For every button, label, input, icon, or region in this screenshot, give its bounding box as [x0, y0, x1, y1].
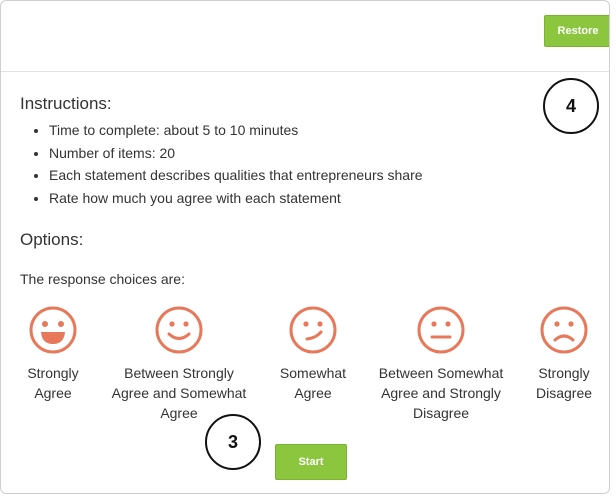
callout-badge: 4: [543, 78, 599, 134]
survey-panel: Restore Instructions: Time to complete: …: [0, 0, 610, 494]
choice-label: Between Strongly: [124, 365, 234, 381]
choice-label: Agree and Somewhat: [111, 385, 247, 401]
choice-strongly-disagree: Strongly Disagree: [523, 305, 605, 403]
choice-between-somewhat-agree-strongly-disagree: Between Somewhat Agree and Strongly Disa…: [365, 305, 517, 423]
choice-strongly-agree: Strongly Agree: [13, 305, 93, 403]
choice-label: Agree: [34, 385, 72, 401]
choice-label: Disagree: [412, 405, 470, 421]
start-button[interactable]: Start: [275, 444, 347, 480]
callout-badge: 3: [205, 414, 261, 470]
choice-label: Between Somewhat: [378, 365, 504, 381]
instructions-list: Time to complete: about 5 to 10 minutes …: [23, 119, 423, 209]
choice-label: Strongly: [27, 365, 79, 381]
list-item: Rate how much you agree with each statem…: [49, 187, 423, 210]
choices-intro: The response choices are:: [20, 271, 185, 287]
choice-label: Agree and Strongly: [381, 385, 501, 401]
choice-between-strongly-somewhat-agree: Between Strongly Agree and Somewhat Agre…: [101, 305, 257, 423]
choice-label: Strongly: [538, 365, 590, 381]
big-smile-icon: [29, 306, 77, 354]
list-item: Number of items: 20: [49, 142, 423, 165]
options-title: Options:: [20, 230, 84, 249]
neutral-face-icon: [417, 306, 465, 354]
wink-smile-icon: [289, 306, 337, 354]
choice-label: Somewhat: [279, 365, 347, 381]
list-item: Time to complete: about 5 to 10 minutes: [49, 119, 423, 142]
choice-label: Agree: [294, 385, 332, 401]
choice-somewhat-agree: Somewhat Agree: [271, 305, 355, 403]
list-item: Each statement describes qualities that …: [49, 164, 423, 187]
choice-label: Disagree: [535, 385, 593, 401]
top-bar: Restore: [1, 1, 609, 72]
smile-icon: [155, 306, 203, 354]
restore-button[interactable]: Restore: [544, 15, 609, 47]
sad-face-icon: [540, 306, 588, 354]
instructions-title: Instructions:: [20, 94, 112, 113]
